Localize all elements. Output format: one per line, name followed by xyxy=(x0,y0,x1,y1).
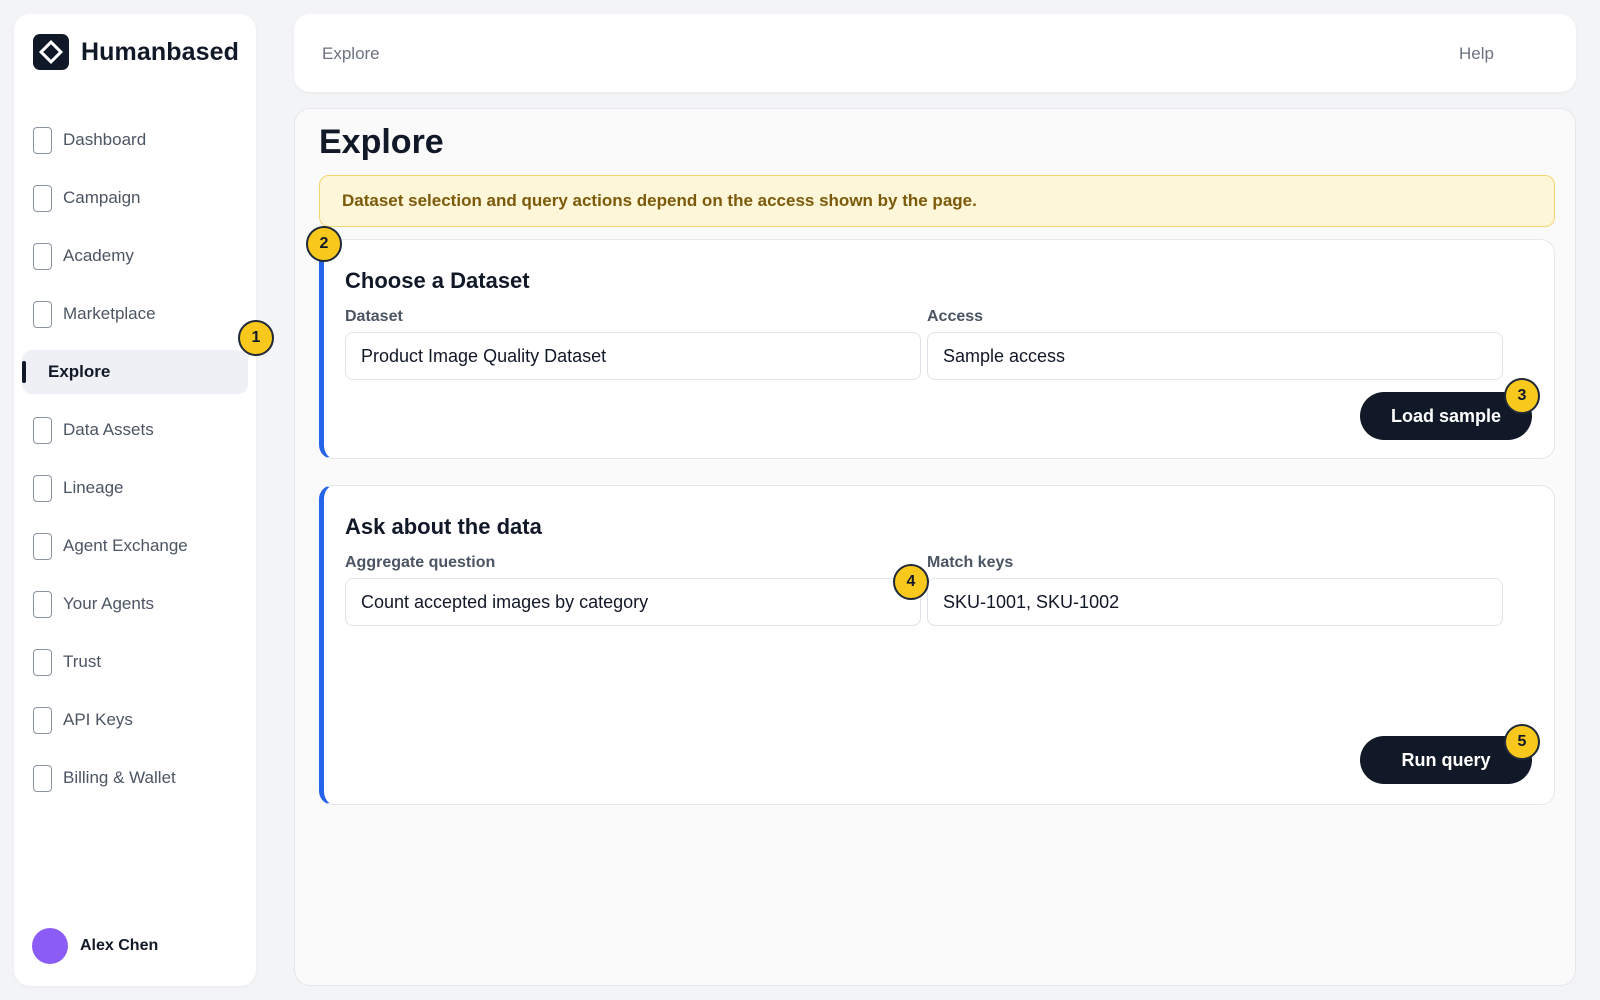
sidebar-item-label: Campaign xyxy=(63,188,141,207)
page-title: Explore xyxy=(319,123,444,161)
sidebar-item-label: Trust xyxy=(63,652,102,671)
active-indicator xyxy=(22,361,26,383)
sidebar-item-trust[interactable]: Trust xyxy=(22,640,248,684)
sidebar-item-api-keys[interactable]: API Keys xyxy=(22,698,248,742)
step-badge-1: 1 xyxy=(238,320,274,356)
page-icon xyxy=(33,648,52,676)
page-icon xyxy=(33,300,52,328)
brand[interactable]: Humanbased xyxy=(33,34,239,70)
query-card: Ask about the data Aggregate question Co… xyxy=(319,485,1555,805)
brand-name: Humanbased xyxy=(81,37,239,66)
sidebar-item-academy[interactable]: Academy xyxy=(22,234,248,278)
sidebar-item-billing-wallet[interactable]: Billing & Wallet xyxy=(22,756,248,800)
page-icon xyxy=(33,184,52,212)
page-icon xyxy=(33,706,52,734)
match-keys-field[interactable]: SKU-1001, SKU-1002 xyxy=(927,578,1503,626)
query-card-title: Ask about the data xyxy=(345,514,542,539)
page-icon xyxy=(33,532,52,560)
page-icon xyxy=(33,590,52,618)
sidebar-item-explore[interactable]: Explore xyxy=(22,350,248,394)
page-icon xyxy=(33,474,52,502)
sidebar-item-label: Academy xyxy=(63,246,134,265)
step-badge-4: 4 xyxy=(893,564,929,600)
sidebar-item-label: Lineage xyxy=(63,478,124,497)
main-panel: Explore Dataset selection and query acti… xyxy=(294,108,1576,986)
sidebar-item-marketplace[interactable]: Marketplace xyxy=(22,292,248,336)
access-field[interactable]: Sample access xyxy=(927,332,1503,380)
help-link[interactable]: Help xyxy=(1459,44,1494,64)
sidebar-nav: Dashboard Campaign Academy Marketplace E… xyxy=(22,118,248,814)
step-badge-2: 2 xyxy=(306,226,342,262)
sidebar-item-label: Dashboard xyxy=(63,130,147,149)
sidebar-item-label: Billing & Wallet xyxy=(63,768,176,787)
brand-logo-icon xyxy=(33,34,69,70)
aggregate-question-label: Aggregate question xyxy=(345,554,496,571)
page-icon xyxy=(33,126,52,154)
page-icon xyxy=(33,416,52,444)
sidebar-item-label: Your Agents xyxy=(63,594,155,613)
avatar xyxy=(32,928,68,964)
aggregate-question-field[interactable]: Count accepted images by category xyxy=(345,578,921,626)
breadcrumb: Explore xyxy=(322,44,380,63)
top-bar: Explore Help xyxy=(294,14,1576,92)
dataset-field[interactable]: Product Image Quality Dataset xyxy=(345,332,921,380)
sidebar-item-label: Agent Exchange xyxy=(63,536,188,555)
sidebar-item-campaign[interactable]: Campaign xyxy=(22,176,248,220)
sidebar-item-label: Data Assets xyxy=(63,420,154,439)
sidebar-item-label: Explore xyxy=(48,362,111,381)
step-badge-3: 3 xyxy=(1504,378,1540,414)
page-icon xyxy=(33,242,52,270)
access-notice: Dataset selection and query actions depe… xyxy=(319,175,1555,227)
user-profile[interactable]: Alex Chen xyxy=(32,928,158,964)
sidebar-item-label: API Keys xyxy=(63,710,133,729)
sidebar-item-agent-exchange[interactable]: Agent Exchange xyxy=(22,524,248,568)
sidebar-item-label: Marketplace xyxy=(63,304,156,323)
dataset-card-title: Choose a Dataset xyxy=(345,268,530,293)
access-label: Access xyxy=(927,308,984,325)
dataset-card: Choose a Dataset Dataset Product Image Q… xyxy=(319,239,1555,459)
user-name: Alex Chen xyxy=(80,937,159,954)
sidebar-item-data-assets[interactable]: Data Assets xyxy=(22,408,248,452)
sidebar-item-lineage[interactable]: Lineage xyxy=(22,466,248,510)
step-badge-5: 5 xyxy=(1504,724,1540,760)
sidebar-item-your-agents[interactable]: Your Agents xyxy=(22,582,248,626)
dataset-label: Dataset xyxy=(345,308,403,325)
page-icon xyxy=(33,764,52,792)
sidebar-item-dashboard[interactable]: Dashboard xyxy=(22,118,248,162)
match-keys-label: Match keys xyxy=(927,554,1014,571)
sidebar: Humanbased Dashboard Campaign Academy Ma… xyxy=(14,14,256,986)
